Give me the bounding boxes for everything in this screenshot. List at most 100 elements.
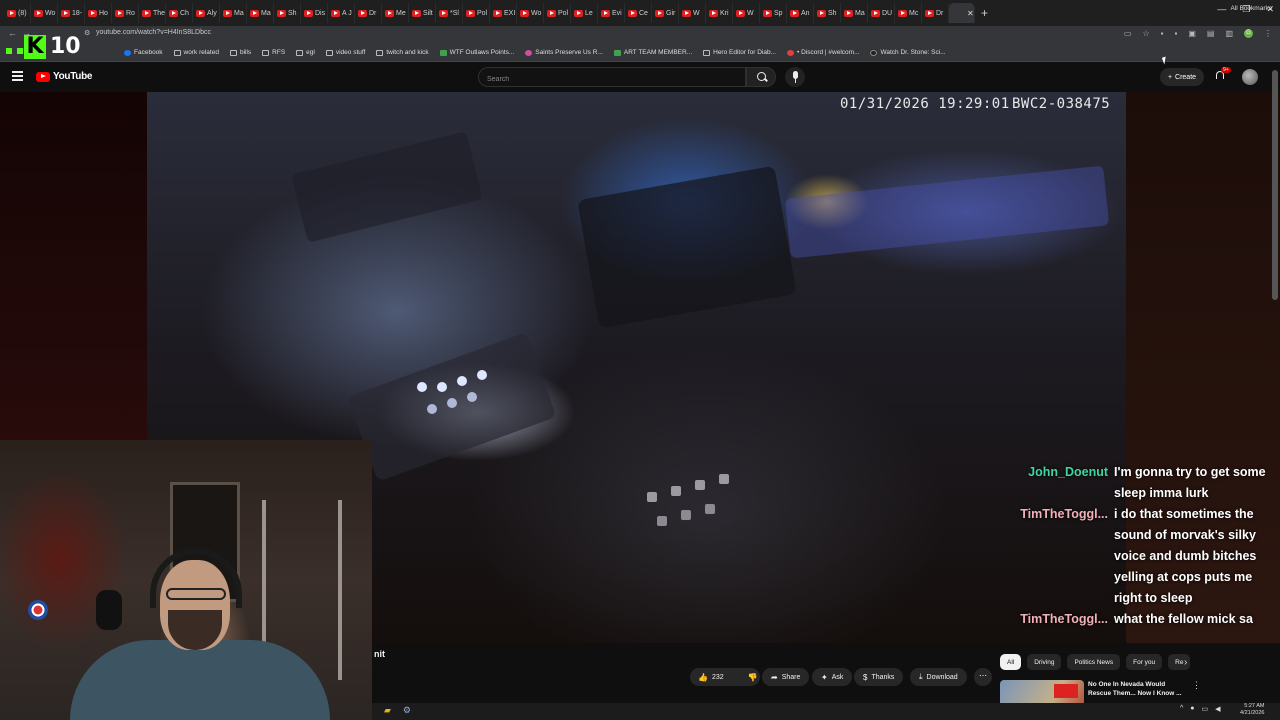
back-icon[interactable]: ← bbox=[8, 28, 17, 38]
voice-search-button[interactable] bbox=[785, 67, 805, 87]
cast-icon[interactable]: ▭ bbox=[1124, 29, 1132, 38]
settings-gear-icon[interactable]: ⚙ bbox=[403, 705, 411, 716]
site-info-icon[interactable]: ⚙ bbox=[84, 29, 90, 37]
recommended-more-icon[interactable]: ⋮ bbox=[1192, 680, 1201, 691]
page-scrollbar[interactable] bbox=[1272, 70, 1278, 300]
browser-tab[interactable]: Dr bbox=[922, 3, 949, 23]
browser-tab[interactable]: Ro bbox=[112, 3, 139, 23]
bookmark-item[interactable]: egl bbox=[296, 49, 315, 56]
browser-tab[interactable]: Wo bbox=[517, 3, 544, 23]
account-avatar[interactable] bbox=[1242, 69, 1258, 85]
browser-tab[interactable]: Sh bbox=[814, 3, 841, 23]
browser-tab[interactable]: Sh bbox=[274, 3, 301, 23]
more-actions-button[interactable]: ⋯ bbox=[974, 668, 992, 686]
extension-icon[interactable]: ▪ bbox=[1174, 29, 1177, 38]
browser-tab[interactable]: 18- bbox=[58, 3, 85, 23]
browser-tab[interactable]: (8) bbox=[4, 3, 31, 23]
youtube-favicon-icon bbox=[817, 9, 826, 17]
bookmark-item[interactable]: WTF Outlaws Points... bbox=[439, 49, 514, 56]
like-button[interactable]: 👍 232 bbox=[690, 668, 732, 686]
youtube-favicon-icon bbox=[331, 9, 340, 17]
bookmark-label: egl bbox=[306, 49, 315, 56]
browser-menu-icon[interactable]: ⋮ bbox=[1264, 29, 1272, 38]
youtube-favicon-icon bbox=[304, 9, 313, 17]
browser-tab[interactable]: W bbox=[679, 3, 706, 23]
browser-tab[interactable]: Ma bbox=[220, 3, 247, 23]
browser-tab[interactable]: DU bbox=[868, 3, 895, 23]
thanks-button[interactable]: $ Thanks bbox=[854, 668, 904, 686]
minimize-button[interactable]: — bbox=[1217, 4, 1226, 15]
bookmark-item[interactable]: ART TEAM MEMBER... bbox=[613, 49, 692, 56]
browser-tab[interactable]: Ma bbox=[841, 3, 868, 23]
extension-icon[interactable]: ▪ bbox=[1161, 29, 1164, 38]
chevron-right-icon[interactable]: › bbox=[1184, 657, 1187, 668]
bookmark-item[interactable]: bills bbox=[229, 49, 251, 56]
browser-tab[interactable]: Kri bbox=[706, 3, 733, 23]
bookmark-item[interactable]: twitch and kick bbox=[376, 49, 429, 56]
url-field[interactable]: youtube.com/watch?v=H4InS8LDbcc bbox=[96, 29, 211, 36]
search-input[interactable] bbox=[479, 70, 745, 89]
filter-chip[interactable]: All bbox=[1000, 654, 1022, 670]
youtube-logo[interactable]: YouTube bbox=[36, 71, 93, 82]
download-button[interactable]: ⤓ Download bbox=[910, 668, 967, 686]
bookmark-item[interactable]: work related bbox=[173, 49, 219, 56]
filter-chip[interactable]: For you bbox=[1126, 654, 1163, 670]
browser-tab[interactable]: Wo bbox=[31, 3, 58, 23]
sidepanel-icon[interactable]: ▥ bbox=[1225, 29, 1233, 38]
browser-tab[interactable]: Silt bbox=[409, 3, 436, 23]
filter-chip[interactable]: Politics News bbox=[1067, 654, 1121, 670]
browser-tab[interactable]: Sp bbox=[760, 3, 787, 23]
create-button[interactable]: + Create bbox=[1160, 68, 1204, 86]
bookmark-item[interactable]: video stuff bbox=[325, 49, 365, 56]
browser-tab[interactable]: W bbox=[733, 3, 760, 23]
browser-tab[interactable]: Me bbox=[382, 3, 409, 23]
browser-tab[interactable]: Evi bbox=[598, 3, 625, 23]
browser-tab[interactable]: An bbox=[787, 3, 814, 23]
search-button[interactable] bbox=[746, 67, 776, 87]
browser-tab[interactable]: Le bbox=[571, 3, 598, 23]
menu-icon[interactable] bbox=[12, 71, 23, 81]
filter-chip[interactable]: Driving bbox=[1027, 654, 1062, 670]
browser-tab[interactable]: Ma bbox=[247, 3, 274, 23]
new-tab-button[interactable]: + bbox=[981, 6, 988, 20]
ask-button[interactable]: ✦ Ask bbox=[812, 668, 853, 686]
downloads-icon[interactable]: ▤ bbox=[1207, 29, 1215, 38]
tray-mic-icon[interactable]: ● bbox=[1190, 705, 1194, 713]
tray-chevron-icon[interactable]: ^ bbox=[1180, 705, 1183, 713]
browser-tab[interactable]: Aly bbox=[193, 3, 220, 23]
browser-tab[interactable]: Ch bbox=[166, 3, 193, 23]
browser-tab[interactable]: A J bbox=[328, 3, 355, 23]
taskbar-app-icon[interactable]: ▰ bbox=[384, 705, 391, 716]
browser-tab[interactable]: Ho bbox=[85, 3, 112, 23]
browser-tab[interactable]: Dr bbox=[355, 3, 382, 23]
profile-avatar[interactable]: G bbox=[1244, 29, 1253, 38]
bookmark-favicon-icon bbox=[124, 49, 131, 56]
bookmark-item[interactable]: • Discord | #welcom... bbox=[786, 49, 859, 56]
notifications-button[interactable]: 9+ bbox=[1214, 67, 1231, 82]
tray-volume-icon[interactable]: ◀ bbox=[1215, 705, 1220, 713]
bookmark-item[interactable]: Facebook bbox=[124, 49, 163, 56]
browser-tab[interactable]: Ce bbox=[625, 3, 652, 23]
bookmark-item[interactable]: RFS bbox=[262, 49, 285, 56]
browser-tab[interactable]: EXI bbox=[490, 3, 517, 23]
bookmark-item[interactable]: Hero Editor for Diab... bbox=[703, 49, 776, 56]
share-button[interactable]: ➦ Share bbox=[762, 668, 810, 686]
all-bookmarks-button[interactable]: All Bookmarks bbox=[1230, 5, 1272, 12]
browser-tab[interactable]: The bbox=[139, 3, 166, 23]
recommended-video-title[interactable]: No One In Nevada Would Rescue Them... No… bbox=[1088, 681, 1188, 698]
extensions-puzzle-icon[interactable]: ▣ bbox=[1188, 29, 1196, 38]
browser-tab[interactable]: Pol bbox=[544, 3, 571, 23]
browser-tab[interactable]: Dis bbox=[301, 3, 328, 23]
browser-tab[interactable]: *Sl bbox=[436, 3, 463, 23]
tray-network-icon[interactable]: ▭ bbox=[1202, 705, 1209, 713]
tab-close-icon[interactable]: ✕ bbox=[967, 9, 974, 18]
browser-tab[interactable]: Gir bbox=[652, 3, 679, 23]
taskbar-clock[interactable]: 5:27 AM 4/21/2026 bbox=[1240, 703, 1264, 717]
browser-tab[interactable]: Pol bbox=[463, 3, 490, 23]
ask-label: Ask bbox=[831, 673, 844, 681]
bookmark-item[interactable]: Watch Dr. Stone: Sci... bbox=[870, 49, 946, 56]
browser-tab[interactable]: Mc bbox=[895, 3, 922, 23]
bookmark-item[interactable]: Saints Preserve Us R... bbox=[525, 49, 603, 56]
browser-tab[interactable]: ✕ bbox=[949, 3, 975, 23]
bookmark-star-icon[interactable]: ☆ bbox=[1142, 29, 1149, 38]
